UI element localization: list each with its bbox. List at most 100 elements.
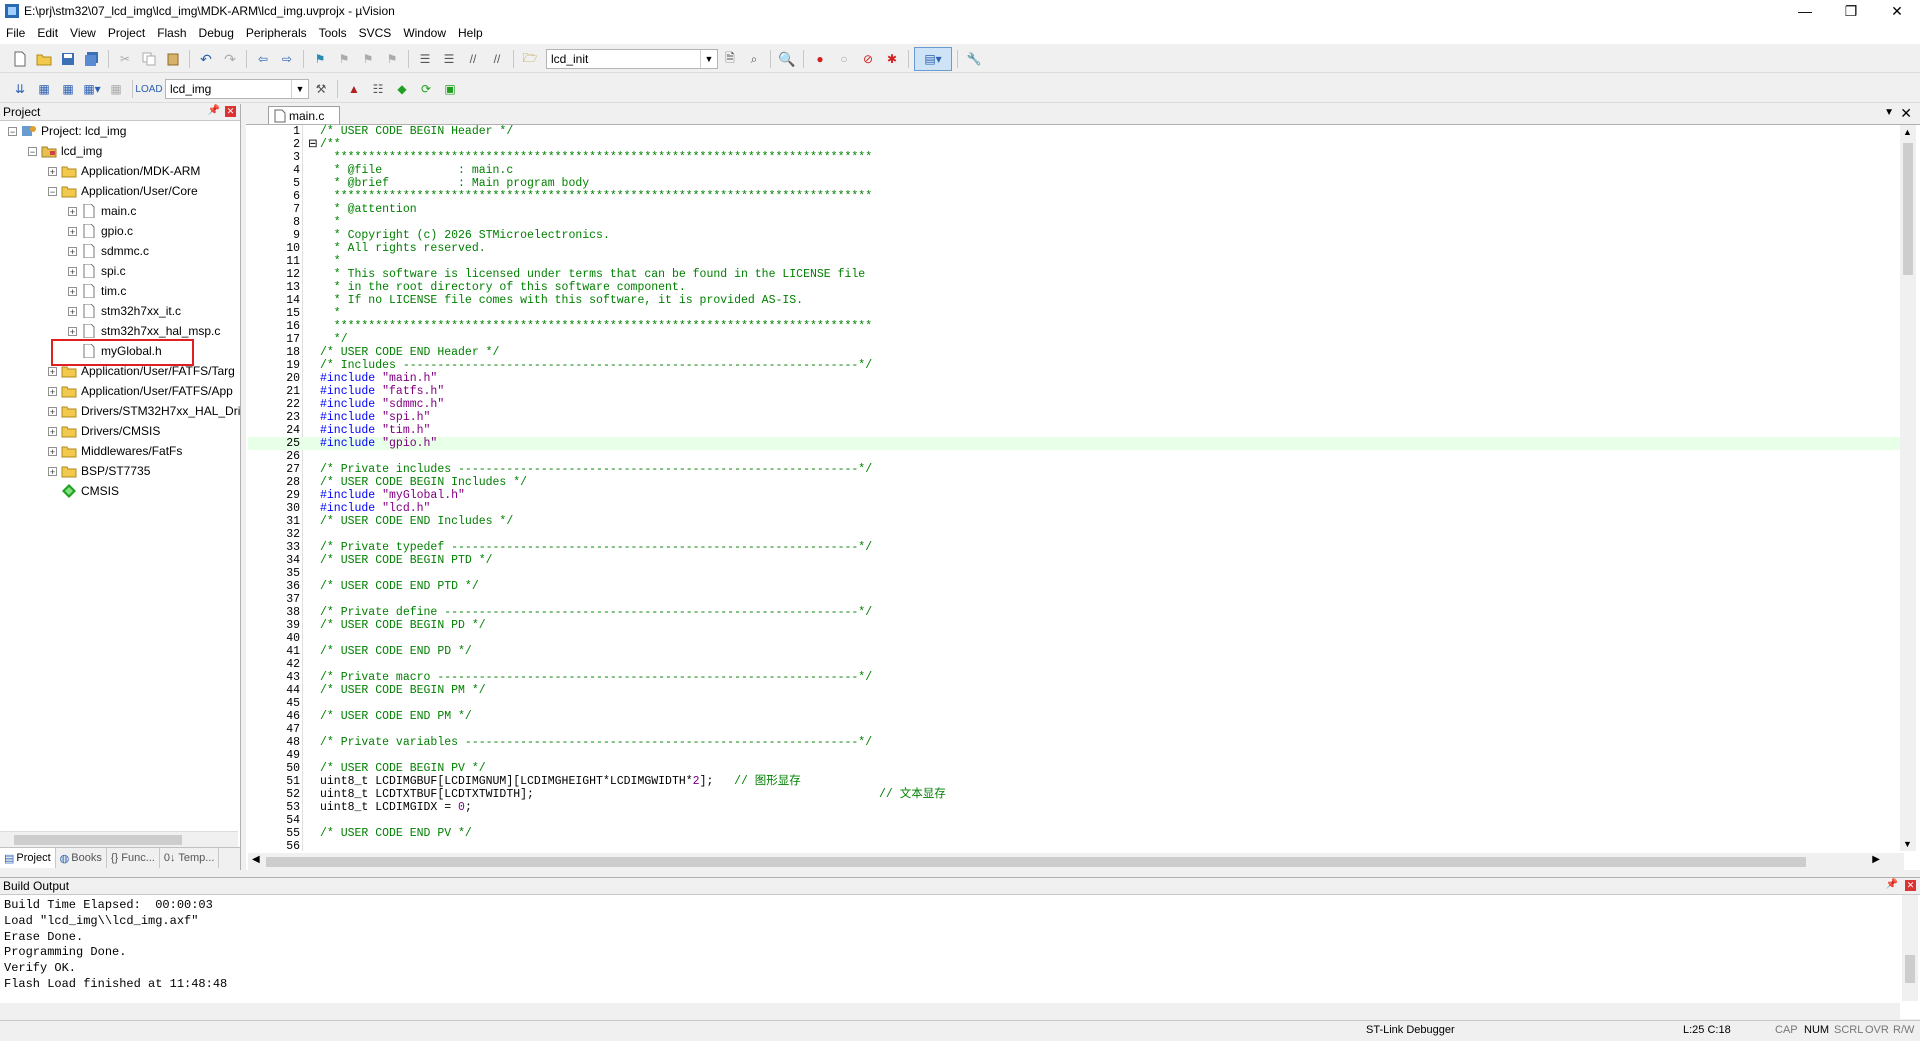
chevron-down-icon[interactable]: ▼ <box>291 80 308 98</box>
scroll-right-icon[interactable]: ▶ <box>1872 854 1880 865</box>
close-panel-icon[interactable]: ✕ <box>225 106 236 117</box>
scroll-up-icon[interactable]: ▲ <box>1903 127 1912 137</box>
fold-collapse-icon[interactable]: ⊟ <box>308 138 318 151</box>
collapse-icon[interactable]: − <box>48 186 57 196</box>
tree-item[interactable]: + sdmmc.c <box>68 241 149 261</box>
expand-icon[interactable]: + <box>68 226 77 236</box>
collapse-icon[interactable]: − <box>28 146 37 156</box>
download-button[interactable]: LOAD <box>135 78 162 100</box>
build-output-vertical-scrollbar[interactable] <box>1902 895 1918 1001</box>
pin-icon[interactable]: 📌 <box>208 105 220 116</box>
expand-icon[interactable]: + <box>48 446 57 456</box>
build-button[interactable]: ▦ <box>33 78 55 100</box>
open-file-button[interactable] <box>33 48 55 70</box>
comment-button[interactable]: // <box>462 48 484 70</box>
clear-bookmarks-button[interactable]: ⚑ <box>381 48 403 70</box>
new-file-button[interactable] <box>9 48 31 70</box>
tree-item[interactable]: + stm32h7xx_it.c <box>68 301 181 321</box>
expand-icon[interactable]: + <box>68 246 77 256</box>
configure-button[interactable]: 🔧 <box>963 48 985 70</box>
navigate-back-button[interactable]: ⇦ <box>252 48 274 70</box>
tree-item[interactable]: + Application/MDK-ARM <box>48 161 200 181</box>
project-horizontal-scrollbar[interactable] <box>0 831 238 848</box>
menu-help[interactable]: Help <box>452 26 489 40</box>
build-output-horizontal-scrollbar[interactable] <box>0 1003 1900 1019</box>
file-extensions-button[interactable]: ☷ <box>367 78 389 100</box>
pin-icon[interactable]: 📌 <box>1886 879 1898 890</box>
redo-button[interactable]: ↷ <box>219 48 241 70</box>
navigate-forward-button[interactable]: ⇨ <box>276 48 298 70</box>
manage-rte-button[interactable]: ⟳ <box>415 78 437 100</box>
tree-item[interactable]: + spi.c <box>68 261 126 281</box>
disable-all-breakpoints-button[interactable]: ⊘ <box>857 48 879 70</box>
editor-vertical-scrollbar[interactable]: ▲ ▼ <box>1900 125 1916 851</box>
find-combo[interactable]: lcd_init ▼ <box>546 49 718 69</box>
editor-horizontal-scrollbar[interactable]: ◀ ▶ <box>248 853 1904 870</box>
expand-icon[interactable]: + <box>48 166 57 176</box>
tree-item[interactable]: + Drivers/STM32H7xx_HAL_Dri <box>48 401 240 421</box>
manage-project-items-button[interactable]: ▲ <box>343 78 365 100</box>
menu-project[interactable]: Project <box>102 26 151 40</box>
tree-item[interactable]: − Application/User/Core <box>48 181 198 201</box>
pack-installer-button[interactable]: ▣ <box>439 78 461 100</box>
incremental-find-button[interactable]: ⌕ <box>743 48 765 70</box>
tab-list-dropdown-icon[interactable]: ▼ <box>1884 107 1894 118</box>
batch-build-button[interactable]: ▦▾ <box>81 78 103 100</box>
target-options-button[interactable]: ⚒ <box>310 78 332 100</box>
kill-all-breakpoints-button[interactable]: ✱ <box>881 48 903 70</box>
insert-breakpoint-button[interactable]: ● <box>809 48 831 70</box>
menu-edit[interactable]: Edit <box>31 26 64 40</box>
tab-project[interactable]: ▤ Project <box>0 848 56 868</box>
paste-button[interactable] <box>162 48 184 70</box>
indent-button[interactable]: ☰ <box>414 48 436 70</box>
tree-item[interactable]: + main.c <box>68 201 136 221</box>
close-tab-icon[interactable]: ✕ <box>1900 105 1912 122</box>
collapse-icon[interactable]: − <box>8 126 17 136</box>
menu-peripherals[interactable]: Peripherals <box>240 26 313 40</box>
window-layout-button[interactable]: ▤▾ <box>914 47 952 71</box>
start-debug-button[interactable]: 🔍 <box>776 48 798 70</box>
save-all-button[interactable] <box>81 48 103 70</box>
menu-debug[interactable]: Debug <box>193 26 240 40</box>
tree-item[interactable]: + tim.c <box>68 281 126 301</box>
expand-icon[interactable]: + <box>48 406 57 416</box>
tab-main-c[interactable]: main.c <box>268 106 340 124</box>
chevron-down-icon[interactable]: ▼ <box>700 50 717 68</box>
tree-item[interactable]: + Middlewares/FatFs <box>48 441 182 461</box>
tree-item[interactable]: + Application/User/FATFS/App <box>48 381 233 401</box>
expand-icon[interactable]: + <box>68 306 77 316</box>
scroll-down-icon[interactable]: ▼ <box>1903 839 1912 849</box>
menu-flash[interactable]: Flash <box>151 26 192 40</box>
expand-icon[interactable]: + <box>48 386 57 396</box>
expand-icon[interactable]: + <box>68 286 77 296</box>
insert-bookmark-button[interactable]: ⚑ <box>309 48 331 70</box>
expand-icon[interactable]: + <box>48 426 57 436</box>
tree-item[interactable]: − lcd_img <box>28 141 102 161</box>
cut-button[interactable]: ✂ <box>114 48 136 70</box>
tree-item[interactable]: + gpio.c <box>68 221 133 241</box>
expand-icon[interactable]: + <box>48 366 57 376</box>
scroll-left-icon[interactable]: ◀ <box>252 854 260 865</box>
expand-icon[interactable]: + <box>68 326 77 336</box>
menu-svcs[interactable]: SVCS <box>353 26 398 40</box>
tree-item[interactable]: + BSP/ST7735 <box>48 461 150 481</box>
menu-tools[interactable]: Tools <box>313 26 353 40</box>
unindent-button[interactable]: ☰ <box>438 48 460 70</box>
tree-item[interactable]: + stm32h7xx_hal_msp.c <box>68 321 220 341</box>
target-combo[interactable]: lcd_img ▼ <box>165 79 309 99</box>
close-button[interactable]: ✕ <box>1874 0 1920 22</box>
find-in-files-button[interactable]: 🗁 <box>519 48 541 70</box>
close-panel-icon[interactable]: ✕ <box>1905 880 1916 891</box>
tree-item[interactable]: CMSIS <box>48 481 119 501</box>
copy-button[interactable] <box>138 48 160 70</box>
code-editor[interactable]: 1/* USER CODE BEGIN Header */2 ⊟/** 3 ****… <box>248 125 1900 851</box>
tab-templates[interactable]: 0↓ Temp... <box>160 848 220 868</box>
expand-icon[interactable]: + <box>48 466 57 476</box>
undo-button[interactable]: ↶ <box>195 48 217 70</box>
maximize-button[interactable]: ❐ <box>1828 0 1874 22</box>
prev-bookmark-button[interactable]: ⚑ <box>333 48 355 70</box>
menu-view[interactable]: View <box>64 26 102 40</box>
enable-breakpoint-button[interactable]: ○ <box>833 48 855 70</box>
menu-window[interactable]: Window <box>397 26 452 40</box>
find-button[interactable]: 🗎 <box>719 48 741 70</box>
